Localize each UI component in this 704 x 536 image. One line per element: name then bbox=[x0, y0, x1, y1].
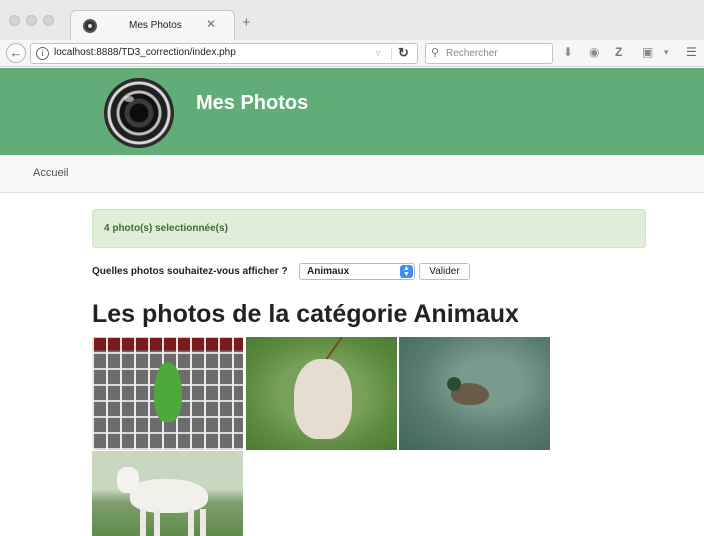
alert-text: 4 photo(s) selectionnée(s) bbox=[104, 223, 228, 234]
chevron-down-icon[interactable]: ▾ bbox=[664, 47, 669, 58]
goat-leg-shape bbox=[188, 509, 194, 536]
reload-icon[interactable]: ↻ bbox=[398, 45, 409, 61]
search-bar[interactable]: ⚲ Rechercher bbox=[425, 43, 553, 64]
new-tab-button[interactable]: + bbox=[242, 15, 251, 30]
site-title: Mes Photos bbox=[196, 92, 309, 114]
site-header: Mes Photos bbox=[0, 68, 704, 155]
favicon-icon bbox=[83, 19, 97, 33]
site-nav: Accueil bbox=[0, 155, 704, 193]
goat-leg-shape bbox=[200, 509, 206, 536]
goat-leg-shape bbox=[154, 509, 160, 536]
page-title: Les photos de la catégorie Animaux bbox=[92, 300, 519, 328]
url-separator bbox=[391, 48, 392, 60]
browser-toolbar: ← i localhost:8888/TD3_correction/index.… bbox=[0, 40, 704, 67]
minimize-window-button[interactable] bbox=[26, 15, 37, 26]
menu-icon[interactable]: ☰ bbox=[686, 45, 697, 59]
category-select[interactable]: Animaux ▲ ▼ bbox=[299, 263, 415, 280]
window-titlebar: Mes Photos ✕ + bbox=[0, 0, 704, 41]
back-arrow-icon[interactable]: ← bbox=[6, 43, 26, 63]
zotero-icon[interactable]: Z bbox=[615, 45, 622, 59]
duck-head-shape bbox=[447, 377, 461, 391]
photo-dog[interactable] bbox=[246, 337, 397, 450]
goat-leg-shape bbox=[140, 509, 146, 536]
selection-alert: 4 photo(s) selectionnée(s) bbox=[92, 209, 646, 248]
search-icon: ⚲ bbox=[431, 47, 440, 59]
nav-link-home[interactable]: Accueil bbox=[33, 167, 68, 179]
submit-button[interactable]: Valider bbox=[419, 263, 470, 280]
url-dropdown-icon[interactable]: ▿ bbox=[376, 48, 381, 59]
dog-shape bbox=[294, 359, 352, 439]
reader-icon[interactable]: ▣ bbox=[642, 45, 653, 59]
zoom-window-button[interactable] bbox=[43, 15, 54, 26]
select-arrows-icon[interactable]: ▲ ▼ bbox=[400, 265, 413, 278]
photo-goat[interactable] bbox=[92, 451, 243, 536]
photo-parrot[interactable] bbox=[92, 337, 243, 450]
goat-head-shape bbox=[117, 467, 139, 493]
search-placeholder[interactable]: Rechercher bbox=[446, 48, 498, 59]
address-bar[interactable]: i localhost:8888/TD3_correction/index.ph… bbox=[30, 43, 418, 64]
category-select-value[interactable]: Animaux bbox=[307, 266, 349, 277]
camera-lens-logo bbox=[104, 78, 174, 148]
goat-body-shape bbox=[130, 479, 208, 513]
parrot-shape bbox=[154, 362, 182, 422]
close-window-button[interactable] bbox=[9, 15, 20, 26]
tab-close-icon[interactable]: ✕ bbox=[206, 17, 216, 31]
tab-title: Mes Photos bbox=[129, 20, 182, 31]
photo-duck[interactable] bbox=[399, 337, 550, 450]
info-icon[interactable]: i bbox=[36, 47, 49, 60]
filter-label: Quelles photos souhaitez-vous afficher ? bbox=[92, 266, 288, 277]
browser-tab[interactable]: Mes Photos ✕ bbox=[70, 10, 235, 41]
pocket-icon[interactable]: ◉ bbox=[589, 45, 599, 59]
download-icon[interactable]: ⬇ bbox=[563, 45, 573, 59]
url-text[interactable]: localhost:8888/TD3_correction/index.php bbox=[54, 47, 236, 58]
